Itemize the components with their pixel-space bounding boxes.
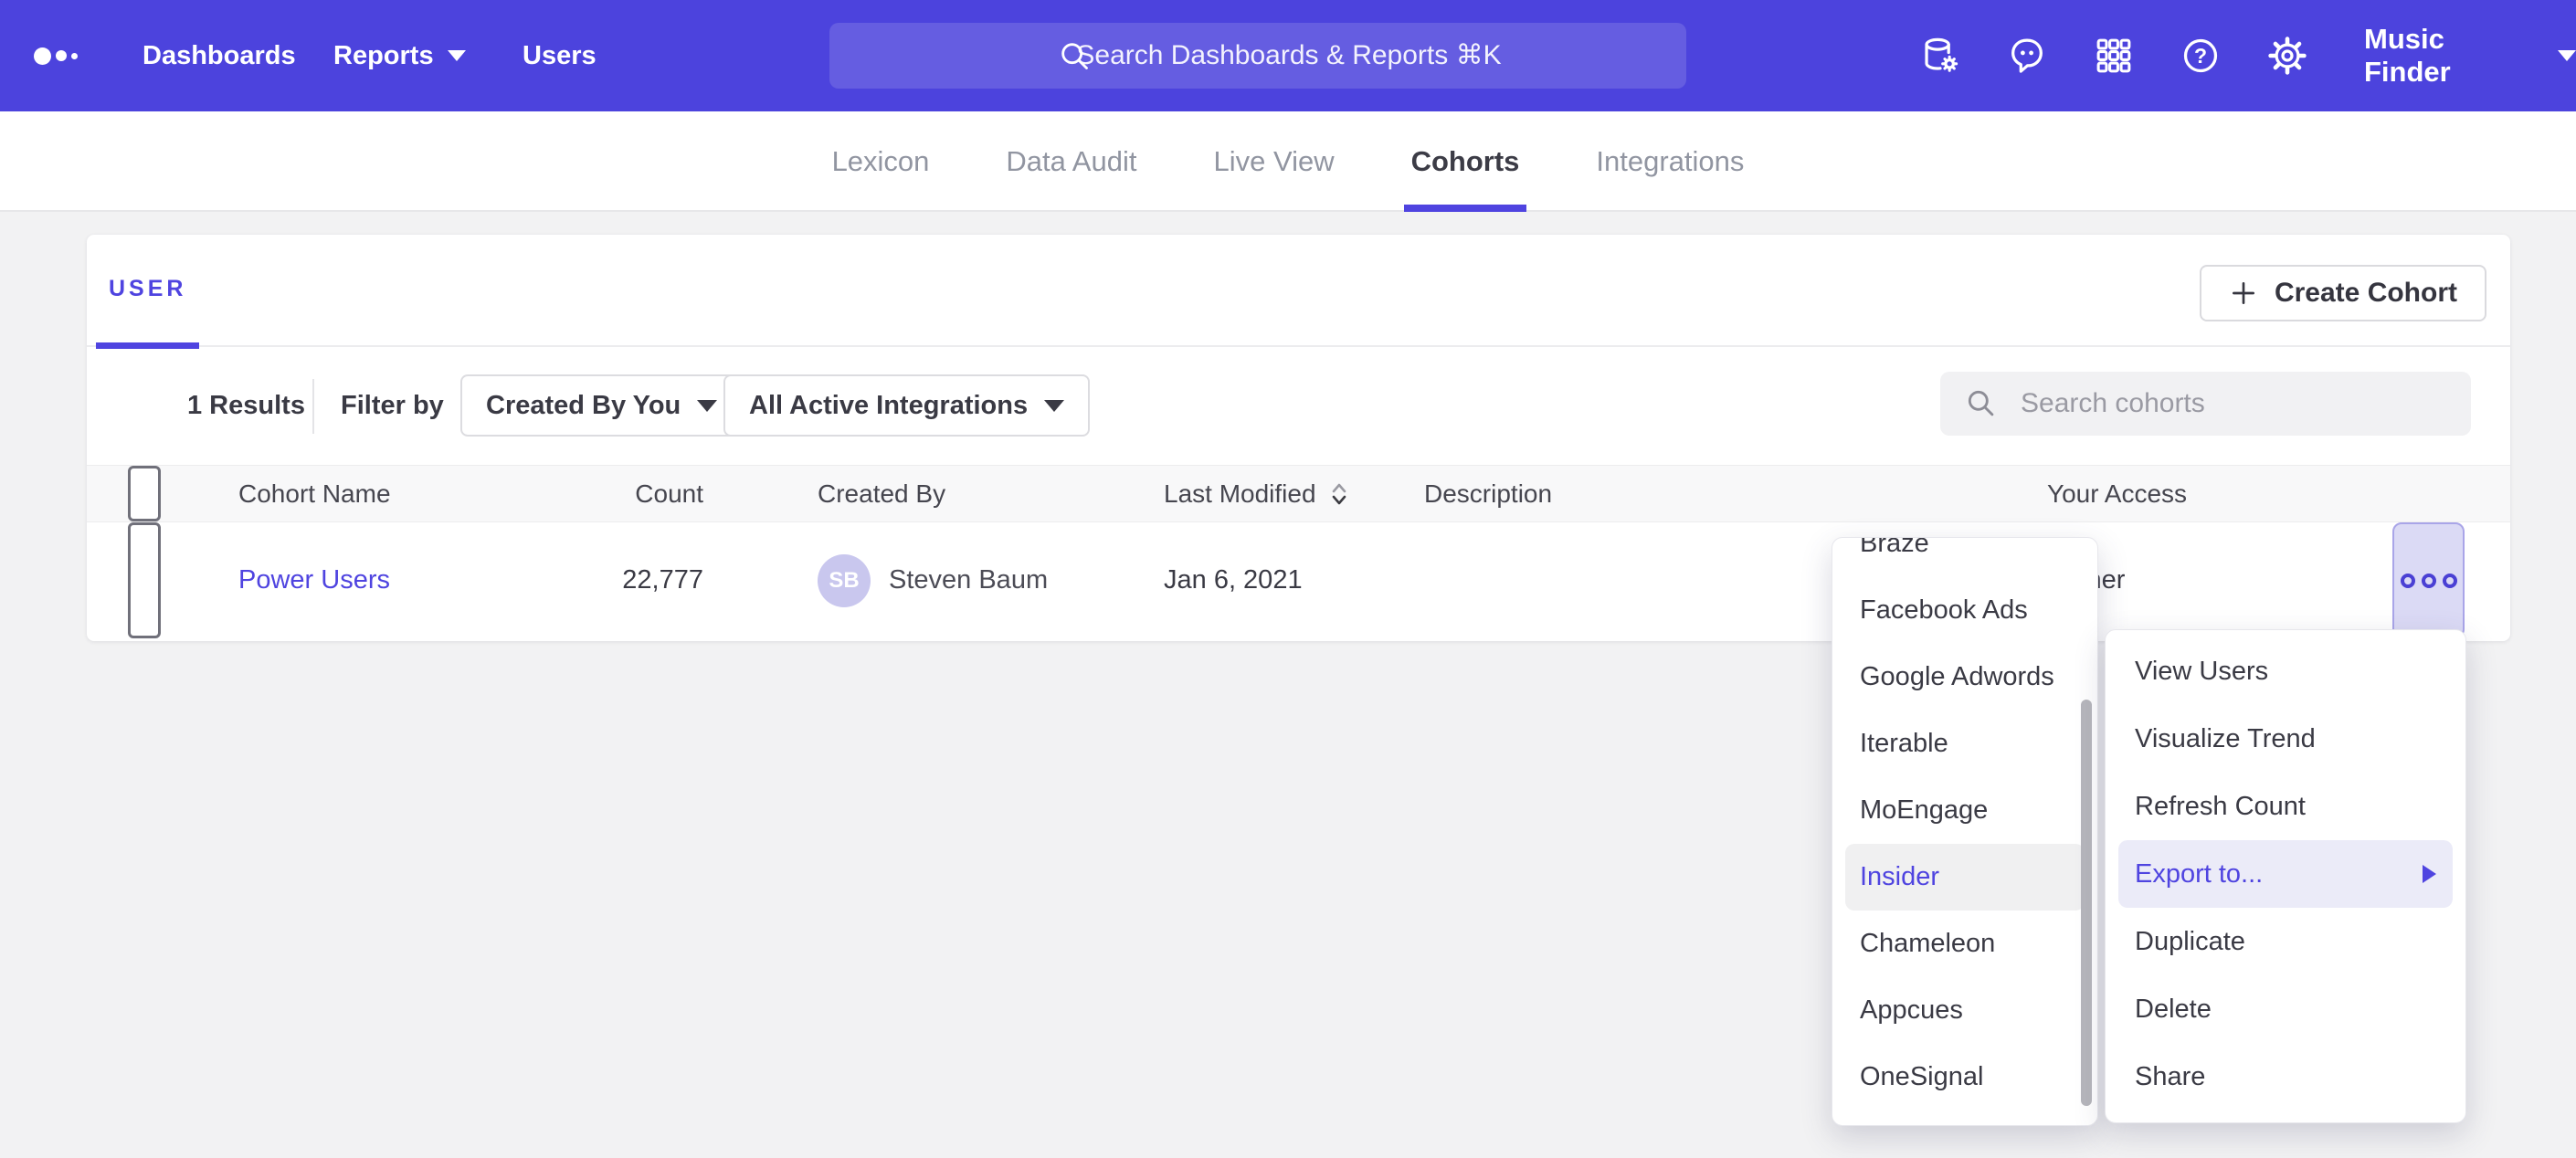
table-row: Power Users 22,777 SB Steven Baum Jan 6,… [87, 522, 2510, 638]
menu-item-chameleon[interactable]: Chameleon [1845, 911, 2085, 977]
chevron-down-icon [2558, 50, 2576, 61]
avatar: SB [818, 554, 871, 607]
project-selector[interactable]: Music Finder [2364, 0, 2576, 111]
menu-item-google-adwords[interactable]: Google Adwords [1845, 644, 2085, 711]
settings-gear-icon[interactable] [2266, 35, 2308, 77]
cohort-name-link[interactable]: Power Users [238, 565, 390, 595]
menu-item-view-users[interactable]: View Users [2118, 637, 2453, 705]
tab-integrations[interactable]: Integrations [1596, 111, 1744, 212]
project-name: Music Finder [2364, 23, 2534, 89]
menu-item-export-to[interactable]: Export to... [2118, 840, 2453, 908]
svg-text:?: ? [2194, 44, 2207, 68]
tab-data-audit[interactable]: Data Audit [1006, 111, 1136, 212]
select-all-checkbox[interactable] [128, 466, 161, 521]
search-icon [1964, 386, 1999, 421]
cohorts-panel-header: USER Create Cohort [87, 235, 2510, 347]
row-actions-button[interactable] [2392, 522, 2465, 638]
top-navigation-bar: Dashboards Reports Users [0, 0, 2576, 111]
filter-by-label: Filter by [341, 347, 444, 465]
data-management-tab-bar: Lexicon Data Audit Live View Cohorts Int… [0, 111, 2576, 212]
more-options-icon [2401, 574, 2415, 588]
chevron-down-icon [697, 400, 717, 412]
divider [312, 379, 314, 434]
created-by-cell: SB Steven Baum [818, 522, 1048, 638]
data-management-icon[interactable] [1919, 35, 1961, 77]
nav-link-dashboards-label: Dashboards [143, 41, 296, 71]
feedback-icon[interactable] [2006, 35, 2048, 77]
integrations-filter-dropdown[interactable]: All Active Integrations [723, 374, 1090, 437]
row-checkbox[interactable] [128, 522, 161, 638]
plus-icon [2229, 279, 2258, 308]
menu-item-delete[interactable]: Delete [2118, 975, 2453, 1043]
menu-item-visualize-trend[interactable]: Visualize Trend [2118, 705, 2453, 773]
search-icon [1057, 38, 1093, 75]
column-header-created-by: Created By [818, 466, 945, 521]
menu-item-appcues[interactable]: Appcues [1845, 977, 2085, 1044]
chevron-down-icon [1044, 400, 1064, 412]
chevron-down-icon [448, 50, 466, 61]
cohort-search-bar[interactable] [1940, 372, 2471, 436]
menu-item-onesignal[interactable]: OneSignal [1845, 1044, 2085, 1111]
tab-cohorts[interactable]: Cohorts [1411, 111, 1520, 212]
create-cohort-button[interactable]: Create Cohort [2200, 265, 2486, 321]
menu-item-facebook-ads[interactable]: Facebook Ads [1845, 577, 2085, 644]
column-header-count: Count [525, 466, 703, 521]
last-modified-date: Jan 6, 2021 [1164, 522, 1303, 638]
menu-item-duplicate[interactable]: Duplicate [2118, 908, 2453, 975]
global-search-bar[interactable] [829, 23, 1686, 89]
created-by-filter-dropdown[interactable]: Created By You [460, 374, 743, 437]
menu-item-insider[interactable]: Insider [1845, 844, 2085, 911]
filter-row: 1 Results Filter by Created By You All A… [87, 347, 2510, 465]
column-header-last-modified[interactable]: Last Modified [1164, 466, 1351, 521]
top-nav-icon-group: ? [1919, 0, 2308, 111]
column-header-cohort-name: Cohort Name [238, 466, 391, 521]
sort-icon [1327, 479, 1351, 509]
column-header-description: Description [1424, 466, 1552, 521]
nav-link-dashboards[interactable]: Dashboards [143, 0, 296, 111]
nav-link-users-label: Users [523, 41, 596, 71]
menu-item-iterable[interactable]: Iterable [1845, 711, 2085, 777]
nav-link-reports[interactable]: Reports [333, 0, 466, 111]
tab-lexicon[interactable]: Lexicon [832, 111, 930, 212]
submenu-arrow-icon [2423, 865, 2436, 883]
menu-item-braze[interactable]: Braze [1845, 537, 2085, 577]
results-count: 1 Results [187, 347, 305, 465]
export-destinations-submenu: Braze Facebook Ads Google Adwords Iterab… [1832, 537, 2098, 1126]
table-header: Cohort Name Count Created By Last Modifi… [87, 465, 2510, 522]
apps-grid-icon[interactable] [2093, 35, 2135, 77]
submenu-scrollbar[interactable] [2081, 700, 2092, 1106]
cohort-search-input[interactable] [2019, 387, 2447, 420]
export-destinations-list: Braze Facebook Ads Google Adwords Iterab… [1832, 537, 2097, 1111]
help-icon[interactable]: ? [2180, 35, 2222, 77]
menu-item-moengage[interactable]: MoEngage [1845, 777, 2085, 844]
cohort-actions-menu: View Users Visualize Trend Refresh Count… [2105, 629, 2466, 1123]
column-header-your-access: Your Access [2047, 466, 2187, 521]
menu-item-refresh-count[interactable]: Refresh Count [2118, 773, 2453, 840]
created-by-name: Steven Baum [889, 565, 1048, 595]
global-search-input[interactable] [829, 23, 1686, 89]
tab-user-cohorts[interactable]: USER [96, 235, 199, 349]
nav-link-reports-label: Reports [333, 41, 434, 71]
nav-link-users[interactable]: Users [523, 0, 596, 111]
cohorts-panel: USER Create Cohort 1 Results Filter by C… [87, 235, 2510, 641]
menu-item-share[interactable]: Share [2118, 1043, 2453, 1111]
mixpanel-logo-icon[interactable] [34, 0, 78, 111]
tab-live-view[interactable]: Live View [1213, 111, 1334, 212]
cohort-count: 22,777 [525, 522, 703, 638]
